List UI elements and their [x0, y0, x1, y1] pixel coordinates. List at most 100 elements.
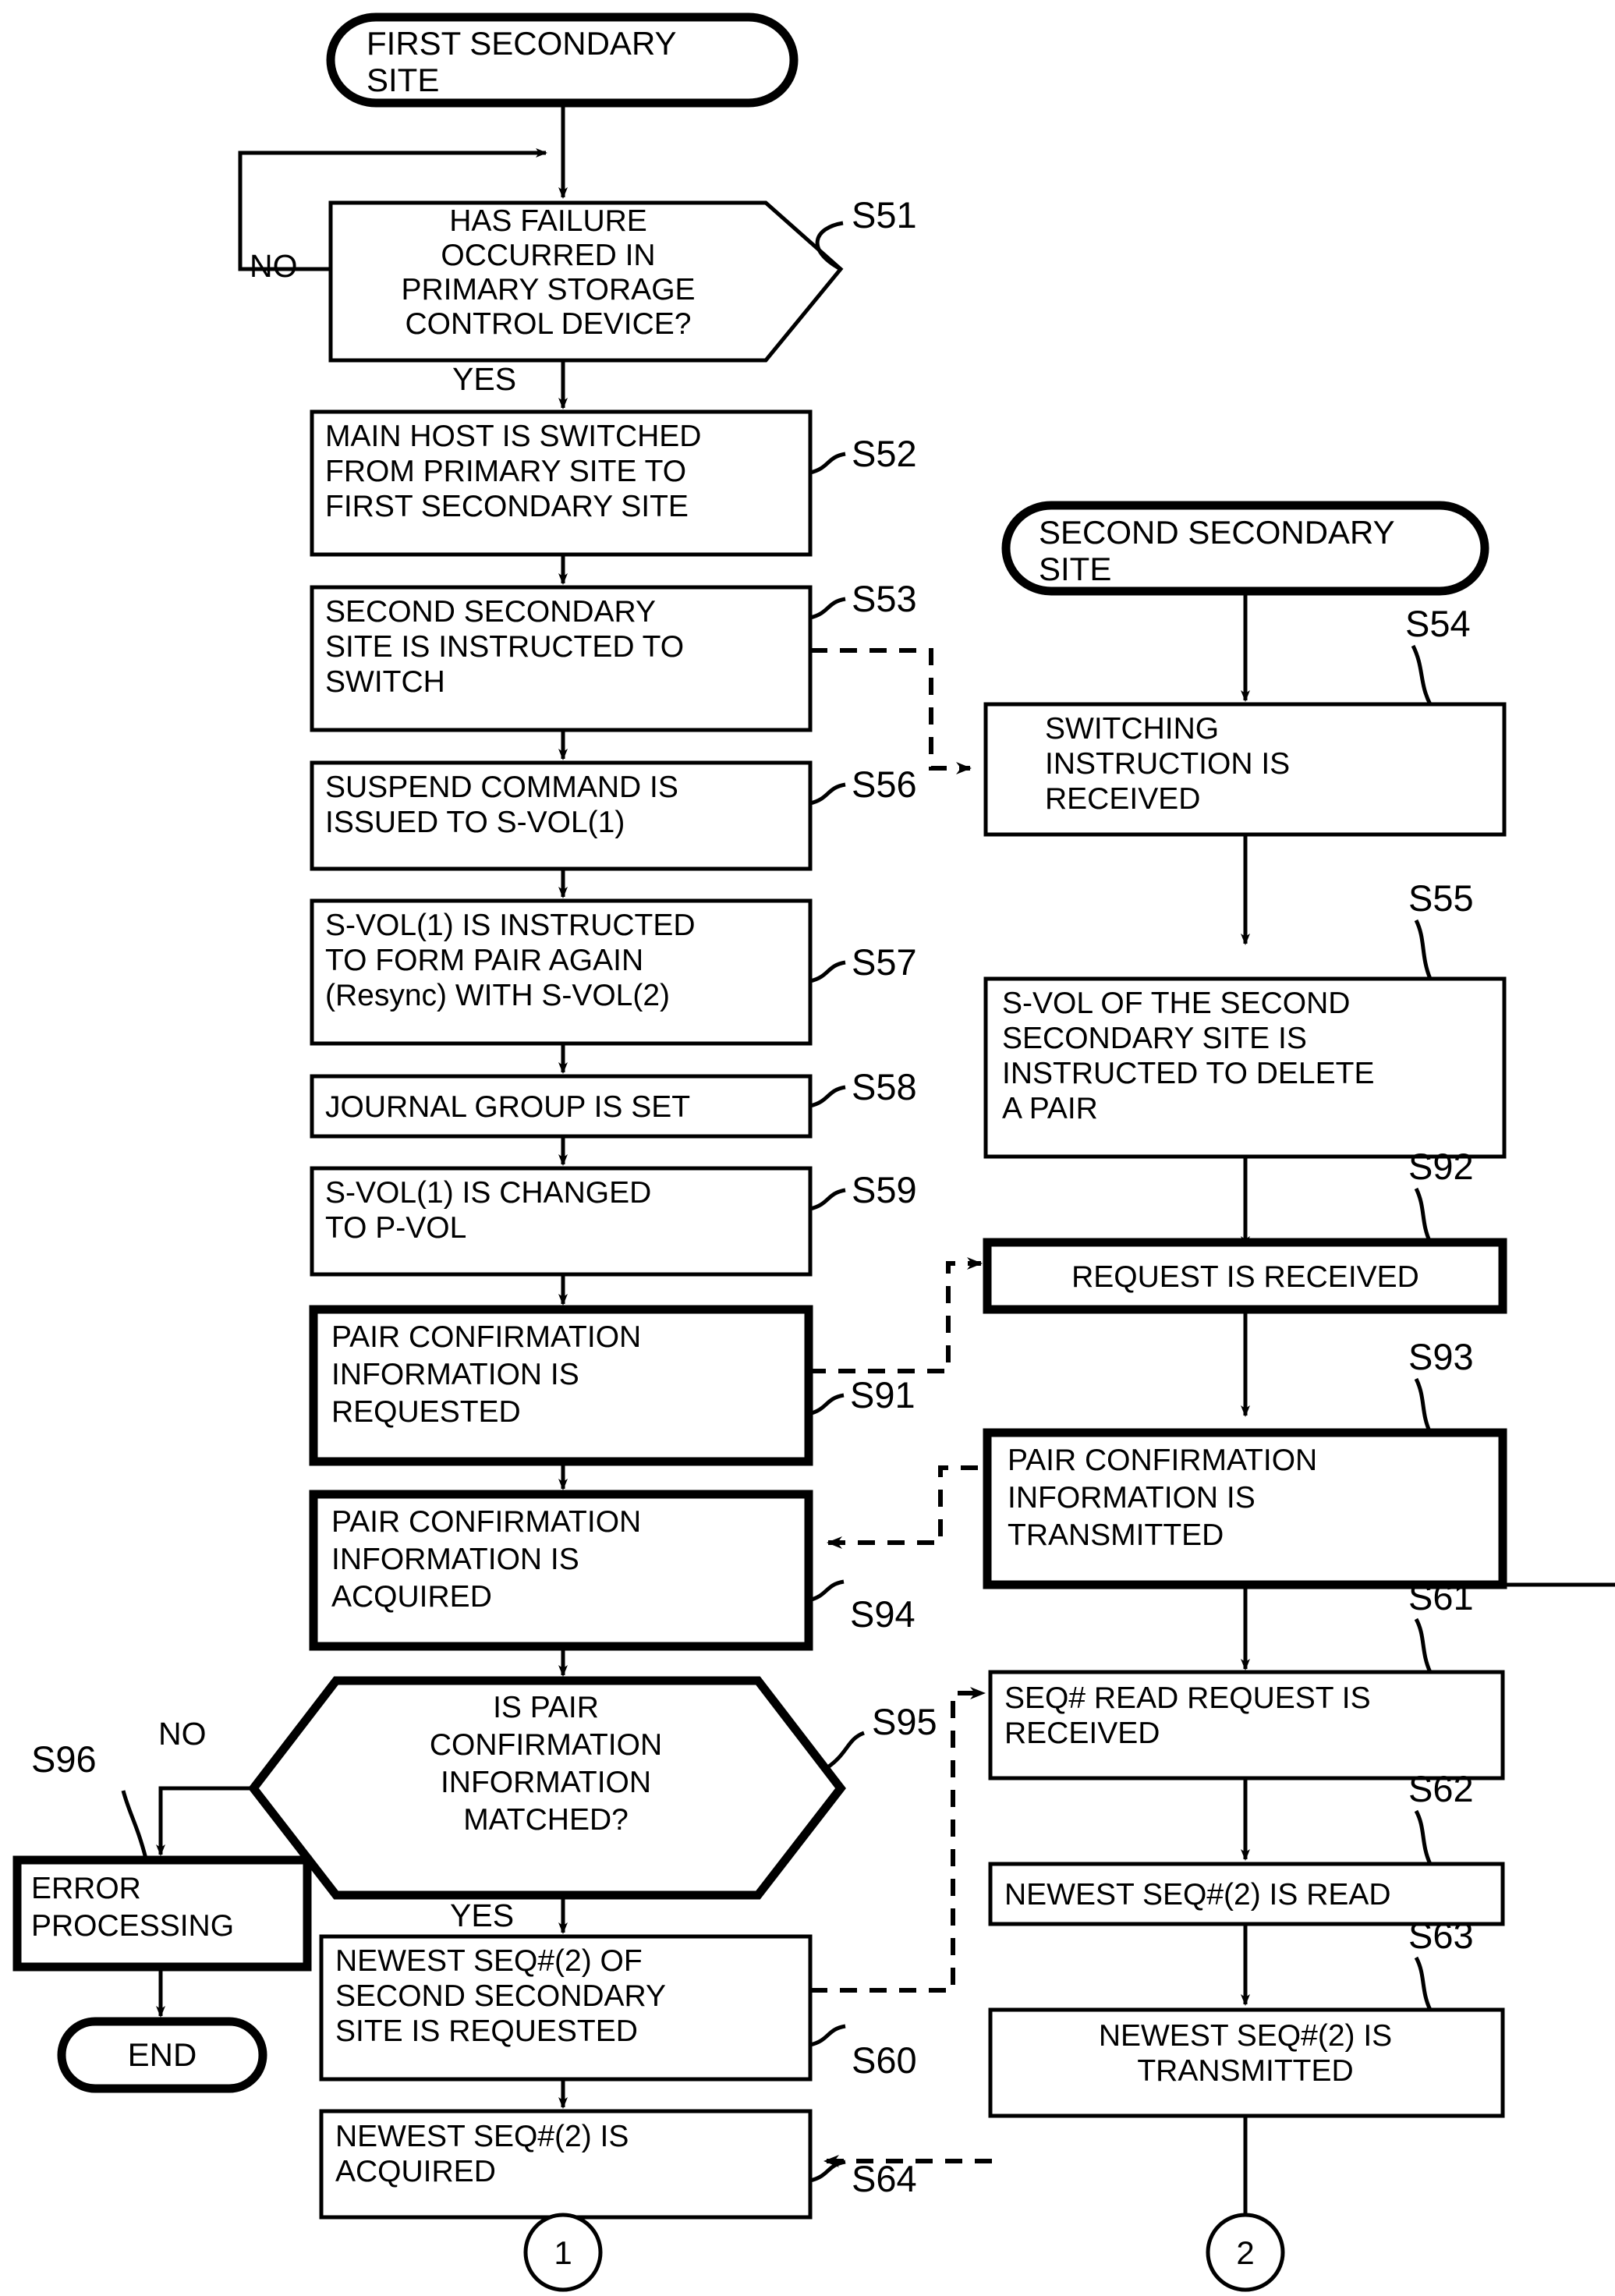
- leader-s96: [121, 1790, 148, 1859]
- leader-s91: [808, 1393, 845, 1416]
- leader-s92: [1414, 1187, 1433, 1244]
- branch-label-no-s95: NO: [158, 1716, 207, 1752]
- step-label-s93: S93: [1408, 1336, 1474, 1377]
- process-s64: NEWEST SEQ#(2) IS ACQUIRED: [319, 2109, 813, 2220]
- s57-line-1: S-VOL(1) IS INSTRUCTED: [325, 909, 696, 942]
- step-label-s64: S64: [852, 2158, 917, 2199]
- s94-line-3: ACQUIRED: [331, 1580, 492, 1614]
- s94-line-2: INFORMATION IS: [331, 1543, 579, 1576]
- s57-line-3: (Resync) WITH S-VOL(2): [325, 979, 670, 1012]
- step-label-s94: S94: [850, 1593, 916, 1635]
- step-label-s60: S60: [852, 2039, 917, 2081]
- step-label-s92: S92: [1408, 1146, 1474, 1187]
- process-s53: SECOND SECONDARY SITE IS INSTRUCTED TO S…: [310, 585, 813, 732]
- s61-line-1: SEQ# READ REQUEST IS: [1004, 1681, 1371, 1715]
- s91-line-3: REQUESTED: [331, 1395, 521, 1429]
- s54-line-3: RECEIVED: [1045, 782, 1200, 816]
- leader-s93: [1414, 1377, 1433, 1434]
- s55-line-4: A PAIR: [1002, 1092, 1098, 1125]
- s95-line-3: INFORMATION: [441, 1766, 651, 1799]
- leader-s61: [1414, 1617, 1433, 1674]
- s57-line-2: TO FORM PAIR AGAIN: [325, 944, 643, 977]
- s91-line-2: INFORMATION IS: [331, 1358, 579, 1391]
- s58-line-1: JOURNAL GROUP IS SET: [325, 1090, 690, 1124]
- s60-line-3: SITE IS REQUESTED: [335, 2014, 638, 2048]
- leader-s57: [809, 960, 846, 983]
- leader-s53: [809, 597, 846, 620]
- step-label-s91: S91: [850, 1374, 916, 1416]
- s53-line-3: SWITCH: [325, 665, 445, 699]
- terminator-end: END: [57, 2017, 267, 2093]
- flowchart-canvas: FIRST SECONDARY SITE HAS FAILURE OCCURRE…: [12, 12, 1615, 2292]
- step-label-s51: S51: [852, 194, 917, 236]
- step-label-s62: S62: [1408, 1768, 1474, 1809]
- process-s96: ERROR PROCESSING: [12, 1855, 312, 1972]
- connector-2-label: 2: [1236, 2234, 1254, 2271]
- process-s91: PAIR CONFIRMATION INFORMATION IS REQUEST…: [309, 1305, 813, 1466]
- s55-line-2: SECONDARY SITE IS: [1002, 1022, 1307, 1055]
- process-s55: S-VOL OF THE SECOND SECONDARY SITE IS IN…: [983, 976, 1507, 1159]
- s51-line-2: OCCURRED IN: [441, 239, 655, 272]
- s93-line-2: INFORMATION IS: [1008, 1481, 1256, 1515]
- s96-line-1: ERROR: [31, 1872, 141, 1905]
- edge-s95-no-to-s96: [156, 1786, 253, 1856]
- decision-s51: HAS FAILURE OCCURRED IN PRIMARY STORAGE …: [328, 200, 844, 363]
- s62-line-1: NEWEST SEQ#(2) IS READ: [1004, 1878, 1391, 1912]
- step-label-s55: S55: [1408, 877, 1474, 919]
- process-s92: REQUEST IS RECEIVED: [983, 1238, 1507, 1314]
- s52-line-2: FROM PRIMARY SITE TO: [325, 455, 686, 488]
- terminator2-line-2: SITE: [1039, 551, 1111, 587]
- decision-s95: IS PAIR CONFIRMATION INFORMATION MATCHED…: [248, 1676, 846, 1900]
- s95-line-2: CONFIRMATION: [430, 1728, 662, 1762]
- offpage-connector-1: 1: [523, 2213, 603, 2292]
- s93-line-1: PAIR CONFIRMATION: [1008, 1444, 1317, 1477]
- branch-label-no-s51: NO: [250, 248, 298, 284]
- s59-line-1: S-VOL(1) IS CHANGED: [325, 1176, 651, 1210]
- s54-line-1: SWITCHING: [1045, 712, 1219, 746]
- terminator2-line-1: SECOND SECONDARY: [1039, 514, 1395, 551]
- connector-1-label: 1: [554, 2234, 572, 2271]
- branch-label-yes-s51: YES: [452, 361, 516, 397]
- s94-line-1: PAIR CONFIRMATION: [331, 1505, 641, 1539]
- step-label-s56: S56: [852, 764, 917, 805]
- flowchart-page: FIRST SECONDARY SITE HAS FAILURE OCCURRE…: [0, 0, 1615, 2296]
- s55-line-3: INSTRUCTED TO DELETE: [1002, 1057, 1374, 1090]
- s53-line-2: SITE IS INSTRUCTED TO: [325, 630, 684, 664]
- s51-line-3: PRIMARY STORAGE: [401, 273, 695, 306]
- process-s61: SEQ# READ REQUEST IS RECEIVED: [988, 1670, 1505, 1780]
- step-label-s57: S57: [852, 941, 917, 983]
- leader-s58: [809, 1085, 846, 1108]
- terminator-first-secondary-site: FIRST SECONDARY SITE: [326, 12, 799, 108]
- s61-line-2: RECEIVED: [1004, 1717, 1160, 1750]
- step-label-s52: S52: [852, 433, 917, 474]
- s93-line-3: TRANSMITTED: [1008, 1518, 1224, 1552]
- terminator-line-1: FIRST SECONDARY: [367, 25, 677, 62]
- step-label-s95: S95: [872, 1701, 937, 1742]
- edge-s93-to-s94-dashed: [827, 1465, 1008, 1549]
- s95-line-4: MATCHED?: [463, 1803, 629, 1837]
- edge-s91-to-s92-dashed: [809, 1257, 983, 1373]
- step-label-s58: S58: [852, 1066, 917, 1107]
- process-s58: JOURNAL GROUP IS SET: [310, 1074, 813, 1139]
- leader-s59: [809, 1188, 846, 1211]
- terminator-line-2: SITE: [367, 62, 439, 98]
- process-s56: SUSPEND COMMAND IS ISSUED TO S-VOL(1): [310, 760, 813, 871]
- offpage-connector-2: 2: [1206, 2213, 1285, 2292]
- leader-s52: [809, 452, 846, 475]
- s51-line-4: CONTROL DEVICE?: [406, 307, 692, 341]
- s92-line-1: REQUEST IS RECEIVED: [1071, 1260, 1419, 1294]
- s63-line-2: TRANSMITTED: [1137, 2054, 1353, 2088]
- step-label-s54: S54: [1405, 603, 1471, 644]
- s64-line-1: NEWEST SEQ#(2) IS: [335, 2120, 629, 2153]
- edge-s53-to-s54-dashed: [810, 648, 972, 774]
- leader-s55: [1414, 919, 1433, 980]
- leader-s94: [808, 1579, 845, 1603]
- step-label-s53: S53: [852, 578, 917, 619]
- end-label: END: [128, 2036, 197, 2073]
- s54-line-2: INSTRUCTION IS: [1045, 747, 1290, 781]
- process-s63: NEWEST SEQ#(2) IS TRANSMITTED: [988, 2007, 1505, 2118]
- s55-line-1: S-VOL OF THE SECOND: [1002, 987, 1350, 1020]
- s56-line-2: ISSUED TO S-VOL(1): [325, 806, 625, 839]
- s63-line-1: NEWEST SEQ#(2) IS: [1099, 2019, 1392, 2053]
- leader-s54: [1411, 644, 1433, 706]
